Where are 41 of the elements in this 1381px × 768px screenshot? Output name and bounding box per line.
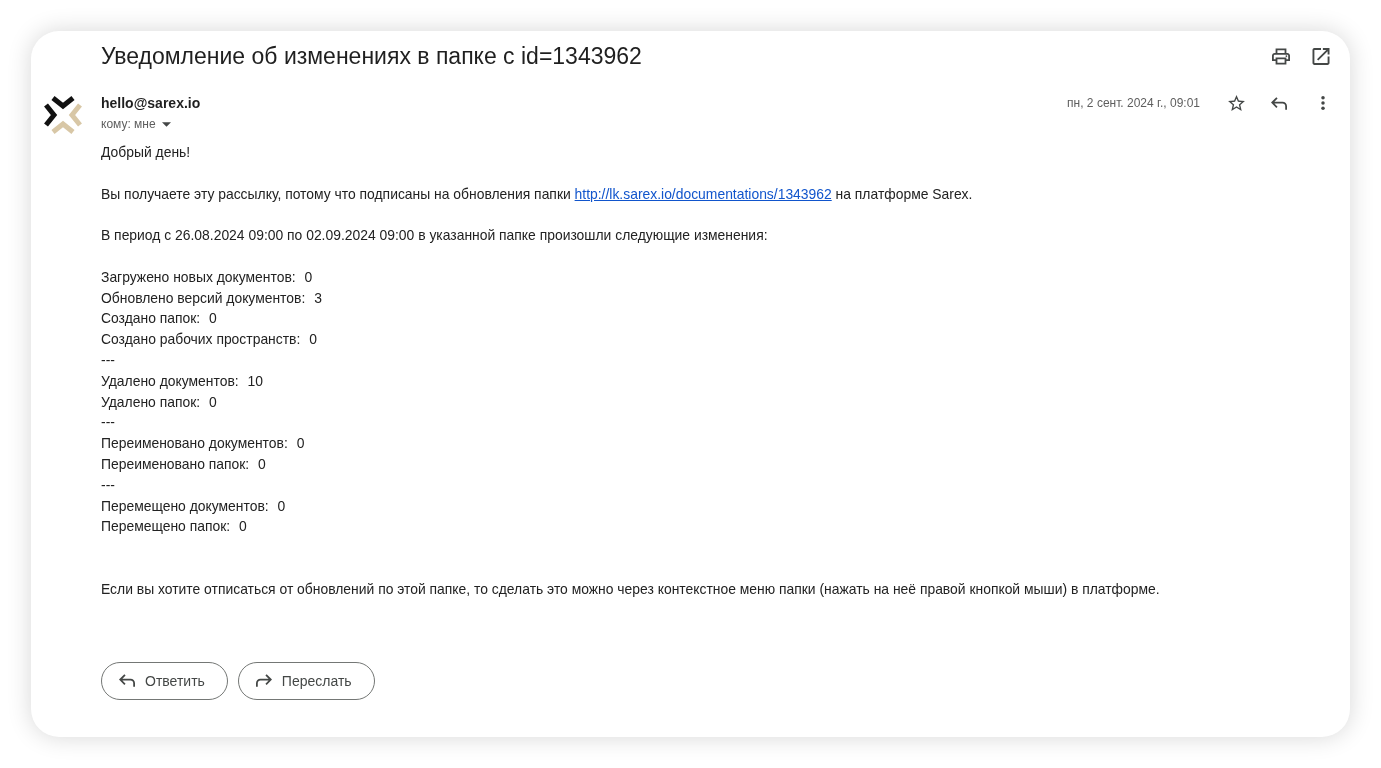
- chevron-logo-icon: [43, 95, 83, 135]
- stat-value: 0: [209, 310, 217, 327]
- unsubscribe-text: Если вы хотите отписаться от обновлений по этой папке, то сделать это можно через контекстное меню папки (нажать на неё правой кнопкой мыши) в платформе.: [101, 579, 1161, 599]
- stat-value: 0: [208, 393, 217, 410]
- stat-label: Обновлено версий документов:: [101, 289, 306, 306]
- stat-label: Перемещено документов:: [101, 497, 269, 514]
- separator-text: ---: [101, 476, 115, 493]
- stat-label: Перемещено папок:: [101, 518, 231, 535]
- stat-value: 0: [277, 497, 286, 514]
- stat-label: Удалено папок:: [101, 393, 201, 410]
- recipient-toggle[interactable]: кому: мне: [101, 116, 171, 132]
- stat-value: 3: [314, 289, 322, 306]
- print-icon[interactable]: [1272, 47, 1290, 65]
- open-in-new-window-icon[interactable]: [1312, 47, 1330, 65]
- sender-email: hello@sarex.io: [101, 94, 201, 113]
- separator-text: ---: [101, 414, 115, 431]
- stat-value: 0: [239, 518, 247, 535]
- more-icon[interactable]: [1321, 96, 1325, 110]
- stat-label: Переименовано документов:: [101, 435, 288, 452]
- stat-label: Создано рабочих пространств:: [101, 331, 301, 348]
- stat-label: Загружено новых документов:: [101, 268, 296, 285]
- caret-icon: [161, 121, 171, 127]
- email-subject: Уведомление об изменениях в папке с id=1343962: [101, 43, 642, 69]
- folder-link[interactable]: http://lk.sarex.io/documentations/1343962: [574, 185, 832, 202]
- stat-label: Удалено документов:: [101, 372, 239, 389]
- separator-text: ---: [101, 351, 115, 368]
- forward-icon: [255, 674, 272, 688]
- greeting-text: Добрый день!: [101, 143, 192, 162]
- star-icon[interactable]: [1228, 95, 1245, 111]
- message-date: пн, 2 сент. 2024 г., 09:01: [1067, 95, 1200, 111]
- stat-value: 10: [247, 372, 263, 389]
- period-text: В период с 26.08.2024 09:00 по 02.09.2024 09:00 в указанной папке произошли следующие изменения:: [101, 226, 769, 246]
- stat-value: 0: [258, 455, 266, 472]
- reply-icon: [119, 674, 135, 688]
- stat-value: 0: [304, 268, 313, 285]
- stat-value: 0: [296, 435, 305, 452]
- stat-label: Создано папок:: [101, 310, 201, 327]
- subscription-text: Вы получаете эту рассылку, потому что подписаны на обновления папки http://lk.sarex.io/documentations/1343962 на платформе Sarex.: [101, 184, 974, 204]
- stat-value: 0: [309, 331, 317, 348]
- stat-label: Переименовано папок:: [101, 455, 250, 472]
- reply-icon[interactable]: [1271, 96, 1287, 110]
